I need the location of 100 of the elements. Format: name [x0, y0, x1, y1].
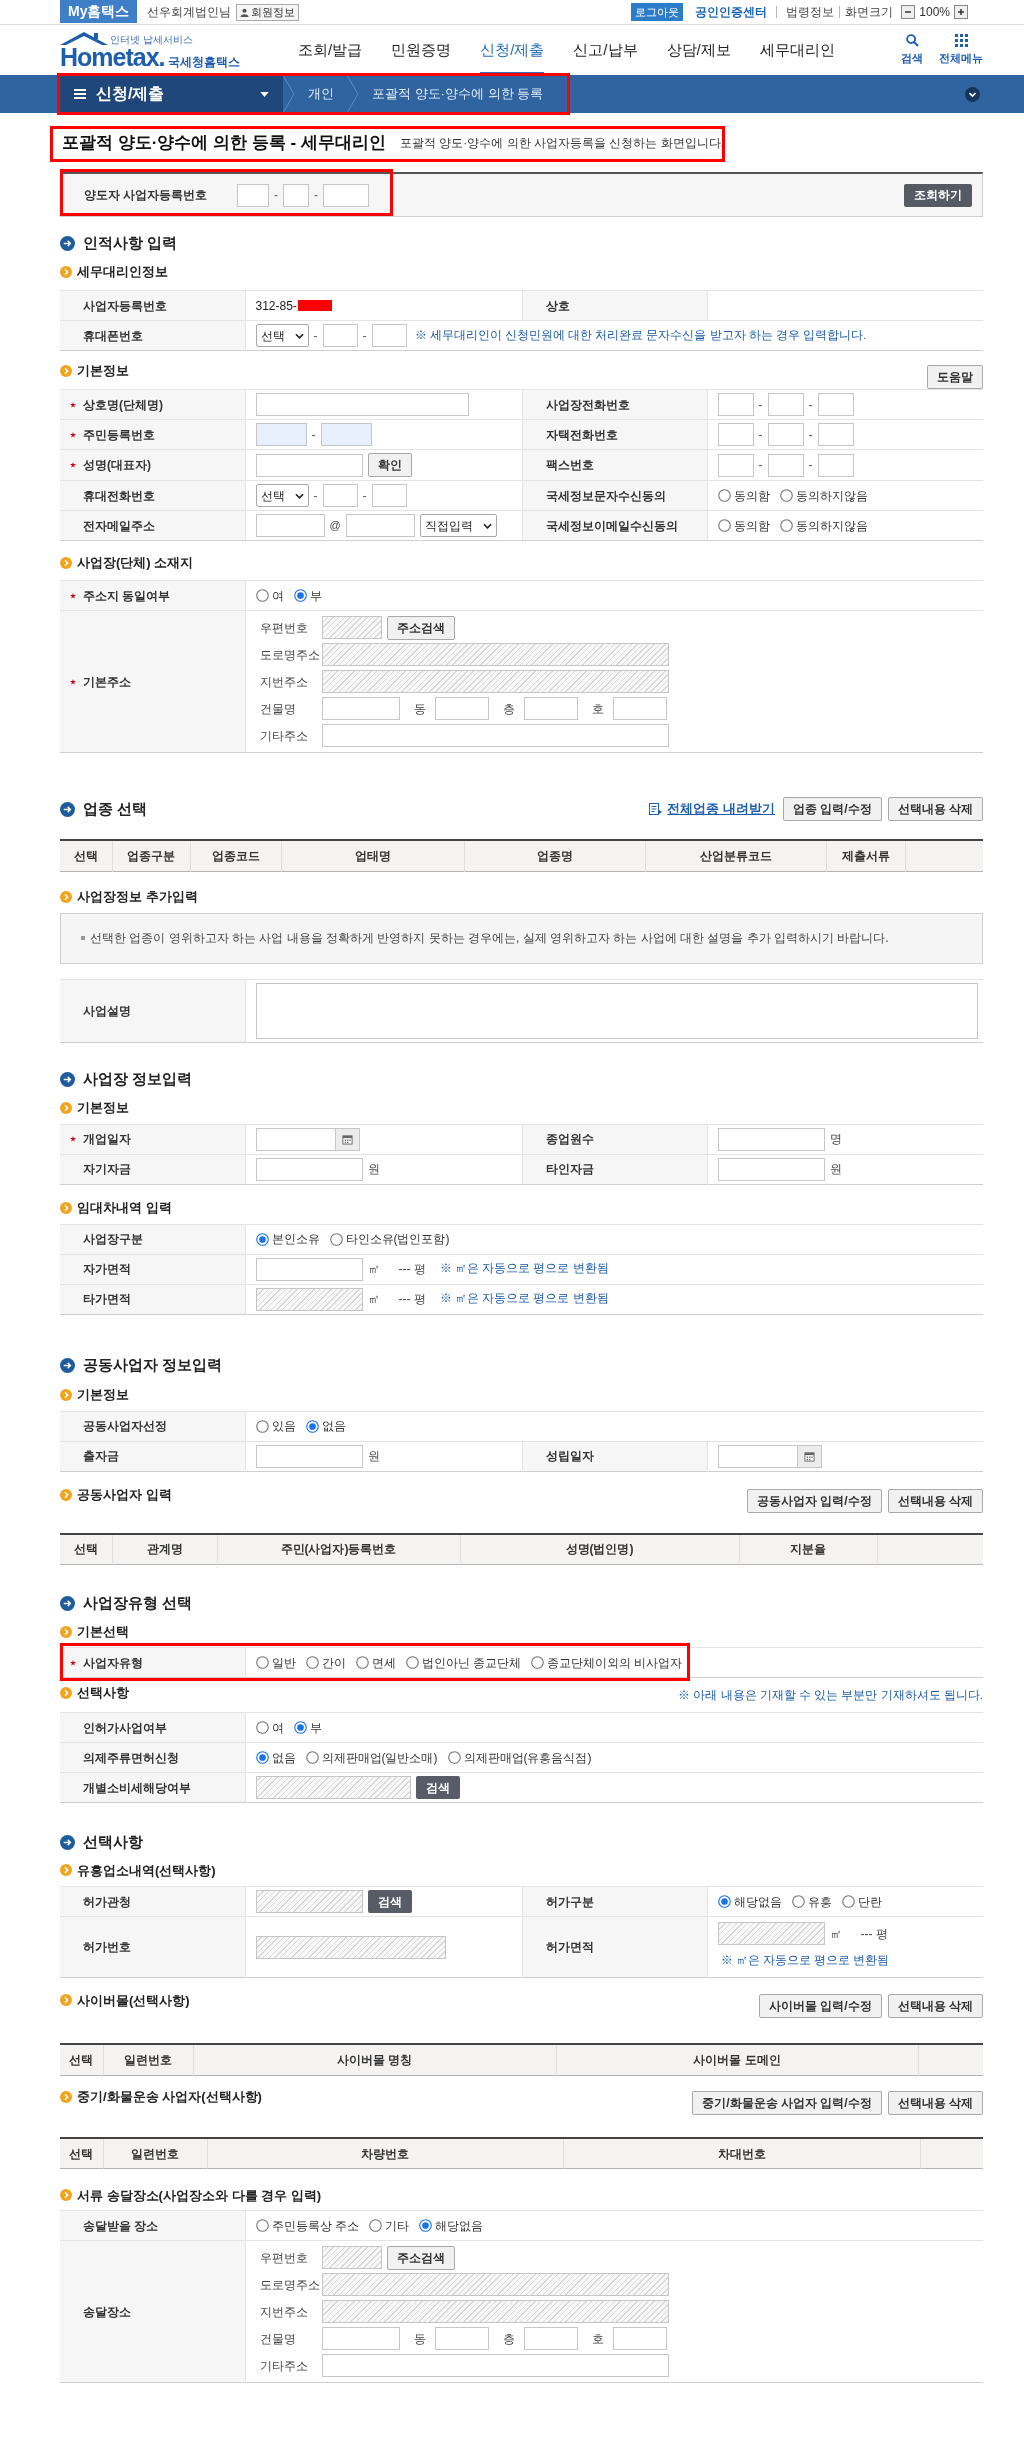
input-field[interactable] [320, 423, 372, 446]
select-field[interactable]: 선택 [255, 324, 309, 347]
radio-option[interactable]: 여 [255, 586, 284, 605]
radio-icon[interactable] [405, 1656, 419, 1669]
radio-option[interactable]: 타인소유(법인포함) [329, 1230, 450, 1248]
radio-icon[interactable] [418, 2219, 432, 2233]
radio-icon[interactable] [717, 489, 731, 502]
radio-icon[interactable] [355, 1656, 369, 1669]
logo-wordmark[interactable]: Hometax. [60, 44, 165, 70]
input-field[interactable] [434, 697, 489, 720]
form-button[interactable]: 주소검색 [386, 2245, 455, 2270]
radio-icon[interactable] [293, 589, 307, 602]
breadcrumb-link[interactable]: 포괄적 양도·양수에 의한 등록 [359, 75, 557, 113]
radio-icon[interactable] [841, 1895, 855, 1909]
search-button[interactable]: 검색 [901, 33, 923, 67]
radio-option[interactable]: 주민등록상 주소 [255, 2216, 359, 2235]
input-field[interactable] [371, 484, 407, 507]
input-field[interactable] [434, 2327, 489, 2351]
radio-option[interactable]: 해당없음 [418, 2216, 483, 2235]
radio-option[interactable]: 면세 [355, 1653, 396, 1672]
radio-option[interactable]: 일반 [255, 1653, 296, 1672]
input-field[interactable] [255, 423, 307, 446]
text-area[interactable] [255, 982, 978, 1039]
radio-option[interactable]: 동의함 [717, 516, 770, 535]
lookup-button[interactable]: 조회하기 [904, 183, 972, 207]
my-hometax-button[interactable]: My홈택스 [60, 0, 138, 23]
nav-tab[interactable]: 신고/납부 [573, 25, 638, 75]
radio-icon[interactable] [305, 1751, 319, 1765]
input-field[interactable] [237, 183, 269, 207]
form-button[interactable]: 도움말 [927, 365, 983, 389]
radio-option[interactable]: 법인아닌 종교단체 [405, 1653, 521, 1672]
breadcrumb-link[interactable]: 개인 [295, 75, 347, 113]
input-field[interactable] [717, 423, 754, 446]
radio-option[interactable]: 부 [293, 586, 322, 605]
input-field[interactable] [321, 724, 669, 747]
radio-icon[interactable] [255, 1656, 269, 1669]
chevron-down-circle-icon[interactable] [965, 86, 980, 102]
radio-icon[interactable] [255, 1751, 269, 1765]
form-button[interactable]: 주소검색 [386, 615, 455, 640]
radio-icon[interactable] [717, 519, 731, 532]
input-field[interactable] [321, 2327, 400, 2351]
input-field[interactable] [323, 183, 369, 207]
menu-dropdown[interactable]: 신청/제출 [60, 75, 283, 113]
radio-option[interactable]: 없음 [305, 1417, 346, 1435]
logo-name[interactable]: 국세청홈택스 [167, 55, 240, 68]
radio-icon[interactable] [530, 1656, 544, 1669]
input-field[interactable] [817, 393, 854, 416]
nav-tab[interactable]: 상담/제보 [666, 25, 731, 75]
form-button[interactable]: 선택내용 삭제 [887, 797, 983, 821]
radio-icon[interactable] [779, 519, 793, 532]
zoom-in-button[interactable] [954, 5, 968, 19]
form-button[interactable]: 선택내용 삭제 [887, 2090, 983, 2115]
select-field[interactable]: 직접입력 [419, 514, 497, 537]
input-field[interactable] [283, 183, 309, 207]
radio-option[interactable]: 해당없음 [717, 1892, 782, 1911]
nav-tab[interactable]: 조회/발급 [298, 25, 363, 75]
radio-option[interactable]: 단란 [841, 1892, 882, 1911]
form-button[interactable]: 확인 [367, 453, 412, 477]
radio-option[interactable]: 의제판매업(일반소매) [305, 1748, 438, 1767]
input-field[interactable] [345, 514, 415, 537]
calendar-button[interactable] [797, 1444, 822, 1468]
input-field[interactable] [322, 484, 358, 507]
header-link[interactable]: 법령정보 [776, 6, 835, 18]
input-field[interactable] [817, 423, 854, 446]
member-info-button[interactable]: 회원정보 [236, 3, 300, 21]
radio-icon[interactable] [305, 1419, 319, 1433]
input-field[interactable] [612, 2327, 667, 2351]
radio-icon[interactable] [255, 589, 269, 602]
radio-icon[interactable] [255, 1721, 269, 1735]
radio-icon[interactable] [329, 1232, 343, 1246]
radio-option[interactable]: 종교단체이외의 비사업자 [530, 1653, 683, 1672]
radio-option[interactable]: 있음 [255, 1417, 296, 1435]
search-button[interactable]: 검색 [415, 1776, 460, 1800]
input-field[interactable] [371, 324, 407, 347]
input-field[interactable] [255, 393, 469, 416]
radio-icon[interactable] [293, 1721, 307, 1735]
search-button[interactable]: 검색 [367, 1890, 412, 1914]
form-button[interactable]: 사이버몰 입력/수정 [759, 1994, 882, 2019]
zoom-out-button[interactable] [901, 5, 916, 19]
date-field[interactable] [717, 1444, 798, 1468]
radio-option[interactable]: 동의하지않음 [779, 486, 868, 505]
radio-option[interactable]: 없음 [255, 1748, 296, 1767]
radio-option[interactable]: 동의함 [717, 486, 770, 505]
radio-option[interactable]: 의제판매업(유흥음식점) [447, 1748, 592, 1767]
radio-option[interactable]: 본인소유 [255, 1230, 320, 1248]
radio-icon[interactable] [255, 1419, 269, 1433]
radio-icon[interactable] [447, 1751, 461, 1765]
input-field[interactable] [612, 697, 667, 720]
input-field[interactable] [255, 514, 325, 537]
logout-button[interactable]: 로그아웃 [631, 3, 684, 21]
input-field[interactable] [255, 1157, 363, 1181]
input-field[interactable] [717, 1127, 825, 1151]
radio-option[interactable]: 간이 [305, 1653, 346, 1672]
nav-tab[interactable]: 민원증명 [391, 25, 452, 75]
input-field[interactable] [717, 393, 754, 416]
form-button[interactable]: 업종 입력/수정 [783, 797, 882, 821]
radio-icon[interactable] [255, 1232, 269, 1246]
calendar-button[interactable] [335, 1127, 360, 1151]
input-field[interactable] [767, 423, 804, 446]
input-field[interactable] [767, 393, 804, 416]
